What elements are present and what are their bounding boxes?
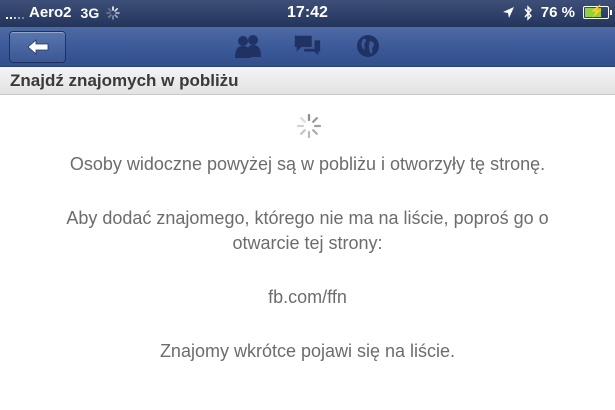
- status-bar: Aero2 3G 17:42 76 % ⚡: [0, 0, 615, 27]
- loading-spinner-icon: [296, 113, 322, 139]
- battery-icon: ⚡: [583, 4, 612, 19]
- nav-bar: [0, 27, 615, 67]
- add-friend-instructions-line-2: otwarcie tej strony:: [232, 233, 383, 253]
- friend-requests-icon[interactable]: [233, 32, 263, 60]
- friend-will-appear-text: Znajomy wkrótce pojawi się na liście.: [159, 341, 456, 361]
- location-arrow-icon: [502, 7, 514, 18]
- find-friends-url: fb.com/ffn: [268, 287, 347, 307]
- nearby-info-text: Osoby widoczne powyżej są w pobliżu i ot…: [69, 154, 546, 174]
- back-button[interactable]: [9, 31, 66, 63]
- messages-icon[interactable]: [292, 32, 322, 60]
- bluetooth-icon: [524, 4, 532, 21]
- add-friend-instructions-line-1: Aby dodać znajomego, którego nie ma na l…: [66, 208, 549, 228]
- status-right: 76 % ⚡: [502, 4, 612, 21]
- section-header: Znajdź znajomych w pobliżu: [0, 67, 615, 95]
- notifications-globe-icon[interactable]: [353, 32, 383, 60]
- charging-icon: ⚡: [589, 4, 604, 18]
- section-title: Znajdź znajomych w pobliżu: [10, 71, 239, 90]
- phone-screen: Aero2 3G 17:42 76 % ⚡ Znajdź znajomych w…: [0, 0, 615, 410]
- battery-percent: 76 %: [540, 4, 575, 21]
- arrow-left-icon: [26, 39, 48, 55]
